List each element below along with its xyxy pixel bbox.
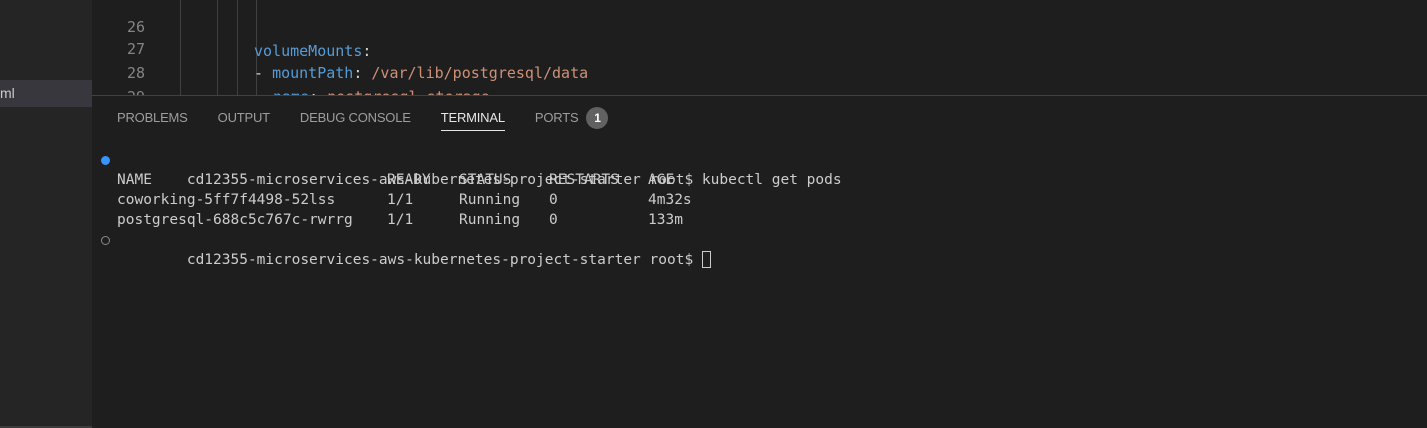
pod-status: Running xyxy=(459,212,521,228)
terminal-command-line: cd12355-microservices-aws-kubernetes-pro… xyxy=(92,150,1427,188)
pod-restarts: 0 xyxy=(549,212,558,228)
ports-count-badge: 1 xyxy=(586,106,609,129)
tab-terminal[interactable]: TERMINAL xyxy=(440,96,505,140)
tab-debug-console[interactable]: DEBUG CONSOLE xyxy=(300,96,411,140)
command-success-dot-icon[interactable] xyxy=(101,156,110,165)
terminal-output-row: coworking-5ff7f4498-52lss 1/1 Running 0 … xyxy=(92,190,1427,210)
col-header-restarts: RESTARTS xyxy=(549,172,619,188)
code-line: 30 - name: postgresql-storage xyxy=(92,85,1427,95)
explorer-selected-file[interactable]: ml xyxy=(0,80,92,107)
bottom-panel: PROBLEMS OUTPUT DEBUG CONSOLE TERMINAL P… xyxy=(92,95,1427,428)
col-header-age: AGE xyxy=(648,172,675,188)
code-line: 27 - mountPath: /var/lib/postgresql/data xyxy=(92,13,1427,82)
code-line: 29 volumes: xyxy=(92,61,1427,95)
tab-problems[interactable]: PROBLEMS xyxy=(117,96,188,140)
tab-output[interactable]: OUTPUT xyxy=(218,96,270,140)
col-header-name: NAME xyxy=(117,172,152,188)
tab-problems-label: PROBLEMS xyxy=(117,110,188,125)
tab-ports[interactable]: PORTS 1 xyxy=(535,96,609,140)
pod-ready: 1/1 xyxy=(387,212,414,228)
panel-tabs: PROBLEMS OUTPUT DEBUG CONSOLE TERMINAL P… xyxy=(117,96,638,140)
pod-ready: 1/1 xyxy=(387,192,414,208)
terminal[interactable]: cd12355-microservices-aws-kubernetes-pro… xyxy=(92,150,1427,268)
terminal-prompt: cd12355-microservices-aws-kubernetes-pro… xyxy=(186,252,694,268)
pod-age: 4m32s xyxy=(648,192,692,208)
col-header-ready: READY xyxy=(387,172,431,188)
terminal-output-header: NAME READY STATUS RESTARTS AGE xyxy=(92,170,1427,190)
code-editor[interactable]: 26 volumeMounts: 27 - mountPath: /var/li… xyxy=(92,0,1427,95)
command-pending-dot-icon[interactable] xyxy=(101,236,110,245)
terminal-input-line[interactable]: cd12355-microservices-aws-kubernetes-pro… xyxy=(92,230,1427,268)
terminal-output-row: postgresql-688c5c767c-rwrrg 1/1 Running … xyxy=(92,210,1427,230)
pod-name: postgresql-688c5c767c-rwrrg xyxy=(117,212,353,228)
vscode-window: ml 26 volumeMounts: 27 - mountPath: /var… xyxy=(0,0,1427,428)
pod-name: coworking-5ff7f4498-52lss xyxy=(117,192,336,208)
explorer-selected-file-label: ml xyxy=(0,85,15,101)
col-header-status: STATUS xyxy=(459,172,512,188)
explorer-sidebar: ml xyxy=(0,0,92,428)
tab-ports-label: PORTS xyxy=(534,110,579,125)
pod-status: Running xyxy=(459,192,521,208)
tab-debug-console-label: DEBUG CONSOLE xyxy=(299,110,411,125)
pod-age: 133m xyxy=(648,212,683,228)
tab-output-label: OUTPUT xyxy=(217,110,270,125)
tab-terminal-label: TERMINAL xyxy=(440,110,505,125)
code-line: 28 name: postgresql-storage xyxy=(92,37,1427,95)
pod-restarts: 0 xyxy=(549,192,558,208)
terminal-cursor xyxy=(701,250,711,268)
